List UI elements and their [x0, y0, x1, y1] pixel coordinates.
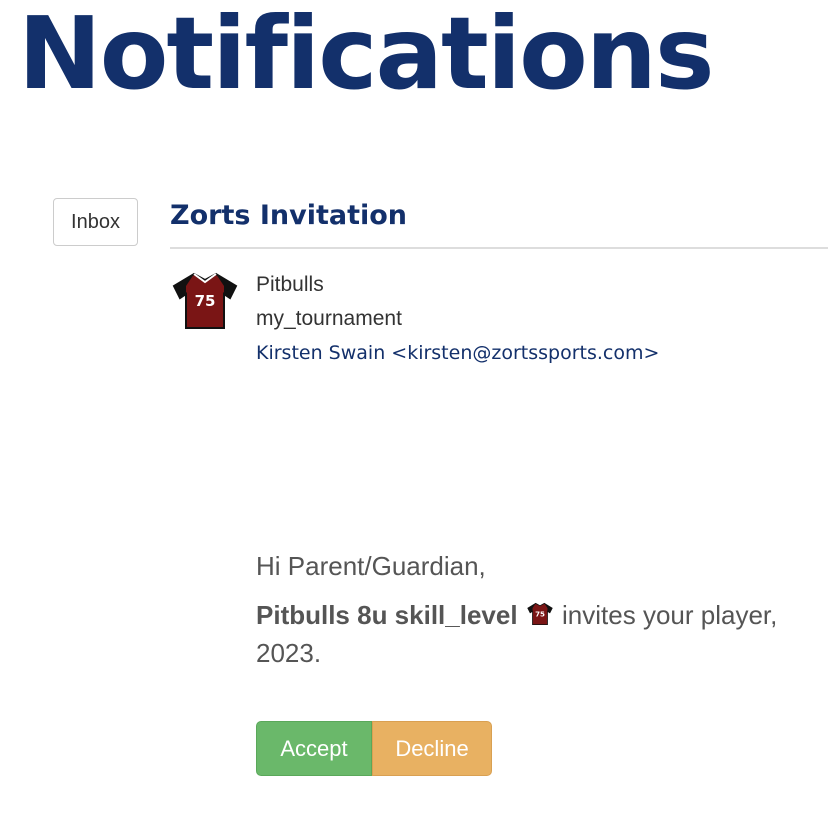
sender-email: Kirsten Swain <kirsten@zortssports.com> [256, 342, 660, 364]
jersey-icon: 75 [172, 272, 238, 329]
action-buttons: Accept Decline [256, 721, 492, 776]
invite-text: Pitbulls 8u skill_level 75 invites your … [256, 596, 836, 672]
page-title: Notifications [18, 0, 715, 112]
invite-team-name: Pitbulls 8u skill_level [256, 600, 518, 630]
sender-team: Pitbulls [256, 273, 324, 296]
accept-button[interactable]: Accept [256, 721, 372, 776]
inbox-button[interactable]: Inbox [53, 198, 138, 246]
jersey-number: 75 [195, 292, 216, 310]
jersey-icon: 75 [527, 602, 553, 626]
invite-year: 2023. [256, 638, 322, 668]
divider [170, 247, 828, 249]
message-title: Zorts Invitation [170, 200, 408, 231]
greeting: Hi Parent/Guardian, [256, 551, 486, 581]
invite-message: invites your player, [554, 600, 778, 630]
sender-event: my_tournament [256, 307, 402, 330]
sender-info: Pitbulls my_tournament Kirsten Swain <ki… [256, 268, 659, 370]
decline-button[interactable]: Decline [372, 721, 492, 776]
inline-jersey-number: 75 [535, 610, 545, 619]
